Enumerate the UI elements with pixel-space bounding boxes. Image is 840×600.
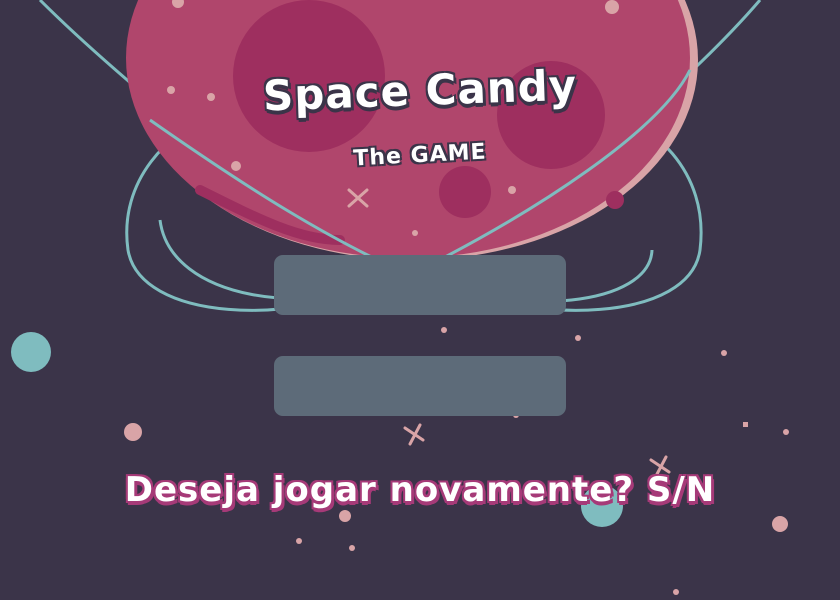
stars xyxy=(11,284,789,595)
crater xyxy=(439,166,491,218)
menu-button-1[interactable] xyxy=(274,255,566,315)
crater xyxy=(606,191,624,209)
teal-moon xyxy=(11,332,51,372)
game-screen: Space Candy The GAME Deseja jogar novame… xyxy=(0,0,840,600)
candy-planet xyxy=(126,0,698,260)
play-again-prompt: Deseja jogar novamente? S/N xyxy=(124,470,716,510)
menu-button-2[interactable] xyxy=(274,356,566,416)
